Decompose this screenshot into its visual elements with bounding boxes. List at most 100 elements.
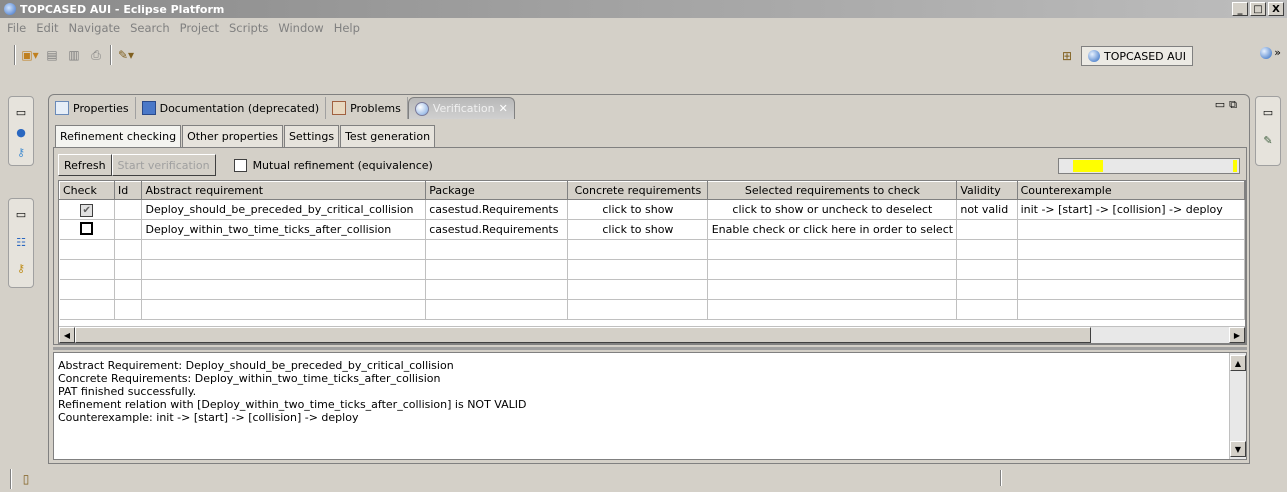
scroll-up-icon[interactable]: ▲ [1230, 355, 1246, 371]
menu-help[interactable]: Help [329, 21, 365, 35]
eclipse-app-icon [4, 3, 16, 15]
table-row-empty [59, 259, 1245, 280]
menu-window[interactable]: Window [273, 21, 328, 35]
row-selected-link[interactable]: click to show or uncheck to deselect [707, 199, 958, 220]
start-verification-button[interactable]: Start verification [111, 154, 216, 176]
edit-view-icon[interactable]: ✎ [1261, 133, 1275, 147]
status-bar: ▯ [0, 466, 1287, 492]
menu-scripts[interactable]: Scripts [224, 21, 273, 35]
verification-progress-bar [1058, 158, 1240, 174]
key-view-icon[interactable]: ⚷ [14, 261, 28, 275]
column-header-concrete[interactable]: Concrete requirements [567, 181, 709, 200]
menu-project[interactable]: Project [175, 21, 224, 35]
column-header-abstract[interactable]: Abstract requirement [141, 181, 427, 200]
outline-view-icon[interactable]: ☷ [14, 235, 28, 249]
tab-properties[interactable]: Properties [49, 97, 136, 119]
minimize-view-icon[interactable]: ▭ [1215, 98, 1229, 111]
globe-icon [1260, 46, 1273, 59]
scroll-left-icon[interactable]: ◀ [59, 327, 75, 343]
menu-search[interactable]: Search [125, 21, 175, 35]
verification-icon [414, 101, 429, 116]
restore-icon[interactable]: ▭ [1261, 105, 1275, 119]
console-line: Abstract Requirement: Deploy_should_be_p… [58, 359, 454, 372]
row-checkbox[interactable]: ✔ [80, 203, 94, 217]
globe-view-icon[interactable]: ● [14, 125, 28, 139]
row-check-cell[interactable]: ✔ [59, 199, 115, 220]
table-header-row: Check Id Abstract requirement Package Co… [59, 181, 1245, 200]
row-check-cell[interactable] [59, 219, 115, 240]
restore-icon[interactable]: ▭ [14, 105, 28, 119]
requirements-table: Check Id Abstract requirement Package Co… [58, 180, 1246, 344]
scroll-thumb[interactable] [75, 327, 1091, 343]
row-concrete-link[interactable]: click to show [567, 219, 709, 240]
mutual-refinement-checkbox[interactable]: Mutual refinement (equivalence) [233, 158, 433, 172]
save-all-icon[interactable]: ▥ [66, 47, 82, 63]
close-tab-icon[interactable]: ✕ [499, 102, 508, 115]
row-id [114, 199, 143, 220]
row-concrete-link[interactable]: click to show [567, 199, 709, 220]
window-title: TOPCASED AUI - Eclipse Platform [20, 2, 225, 16]
row-selected-link[interactable]: Enable check or click here in order to s… [707, 219, 958, 240]
run-tool-icon[interactable]: ✎▾ [118, 47, 134, 63]
horizontal-scrollbar[interactable]: ◀ ▶ [59, 326, 1245, 343]
menu-edit[interactable]: Edit [31, 21, 63, 35]
refinement-controls: Refresh Start verification Mutual refine… [58, 154, 433, 176]
row-abstract: Deploy_should_be_preceded_by_critical_co… [141, 199, 427, 220]
menu-navigate[interactable]: Navigate [64, 21, 126, 35]
mutual-refinement-label: Mutual refinement (equivalence) [252, 158, 433, 172]
row-package: casestud.Requirements [425, 219, 569, 240]
checkbox-box[interactable] [233, 158, 247, 172]
column-header-counterexample[interactable]: Counterexample [1016, 181, 1245, 200]
tab-label: Documentation (deprecated) [159, 101, 320, 115]
row-validity: not valid [956, 199, 1018, 220]
refresh-button[interactable]: Refresh [58, 154, 112, 176]
row-checkbox[interactable] [80, 221, 94, 235]
save-icon[interactable]: ▤ [44, 47, 60, 63]
key-view-icon[interactable]: ⚷ [14, 145, 28, 159]
verification-subtabs: Refinement checking Other properties Set… [55, 125, 436, 147]
scroll-right-icon[interactable]: ▶ [1229, 327, 1245, 343]
minimize-button[interactable]: _ [1232, 2, 1248, 16]
view-sash[interactable] [53, 347, 1247, 350]
view-tabs: Properties Documentation (deprecated) Pr… [49, 95, 1249, 119]
print-icon[interactable]: ⎙ [88, 47, 104, 63]
progress-fill-right [1233, 160, 1237, 172]
table-row[interactable]: Deploy_within_two_time_ticks_after_colli… [59, 219, 1245, 240]
overflow-chevron: » [1274, 46, 1281, 59]
perspective-switcher: ⊞ TOPCASED AUI [1057, 44, 1243, 68]
tab-problems[interactable]: Problems [326, 97, 408, 119]
tab-settings[interactable]: Settings [283, 125, 340, 147]
window-controls: _ □ X [1232, 2, 1284, 16]
table-row[interactable]: ✔ Deploy_should_be_preceded_by_critical_… [59, 199, 1245, 220]
row-counterexample: init -> [start] -> [collision] -> deploy [1017, 199, 1245, 220]
close-button[interactable]: X [1268, 2, 1284, 16]
tab-refinement-checking[interactable]: Refinement checking [55, 125, 182, 147]
tab-label: Properties [73, 101, 129, 115]
maximize-button[interactable]: □ [1250, 2, 1266, 16]
maximize-view-icon[interactable]: ⧉ [1229, 98, 1241, 111]
console-line: Refinement relation with [Deploy_within_… [58, 398, 527, 411]
tab-documentation[interactable]: Documentation (deprecated) [136, 97, 327, 119]
vertical-scrollbar[interactable]: ▲ ▼ [1229, 353, 1246, 459]
tab-verification[interactable]: Verification ✕ [407, 97, 515, 119]
scroll-down-icon[interactable]: ▼ [1230, 441, 1246, 457]
perspective-overflow[interactable]: » [1260, 46, 1281, 59]
new-wizard-icon[interactable]: ▣▾ [21, 47, 38, 63]
column-header-validity[interactable]: Validity [956, 181, 1018, 200]
column-header-id[interactable]: Id [113, 181, 143, 200]
perspective-topcased-button[interactable]: TOPCASED AUI [1081, 46, 1193, 66]
progress-fill-left [1073, 160, 1103, 172]
restore-icon[interactable]: ▭ [14, 207, 28, 221]
status-divider [1000, 470, 1002, 486]
tab-other-properties[interactable]: Other properties [182, 125, 283, 147]
menu-file[interactable]: File [2, 21, 31, 35]
tab-test-generation[interactable]: Test generation [340, 125, 436, 147]
right-trim-stack: ▭ ✎ [1255, 96, 1281, 166]
row-validity [956, 219, 1018, 240]
fast-view-icon[interactable]: ▯ [18, 471, 34, 487]
column-header-package[interactable]: Package [425, 181, 569, 200]
open-perspective-icon[interactable]: ⊞ [1057, 47, 1077, 65]
column-header-check[interactable]: Check [59, 181, 115, 200]
column-header-selected[interactable]: Selected requirements to check [707, 181, 958, 200]
view-controls: ▭⧉ [1215, 98, 1241, 112]
